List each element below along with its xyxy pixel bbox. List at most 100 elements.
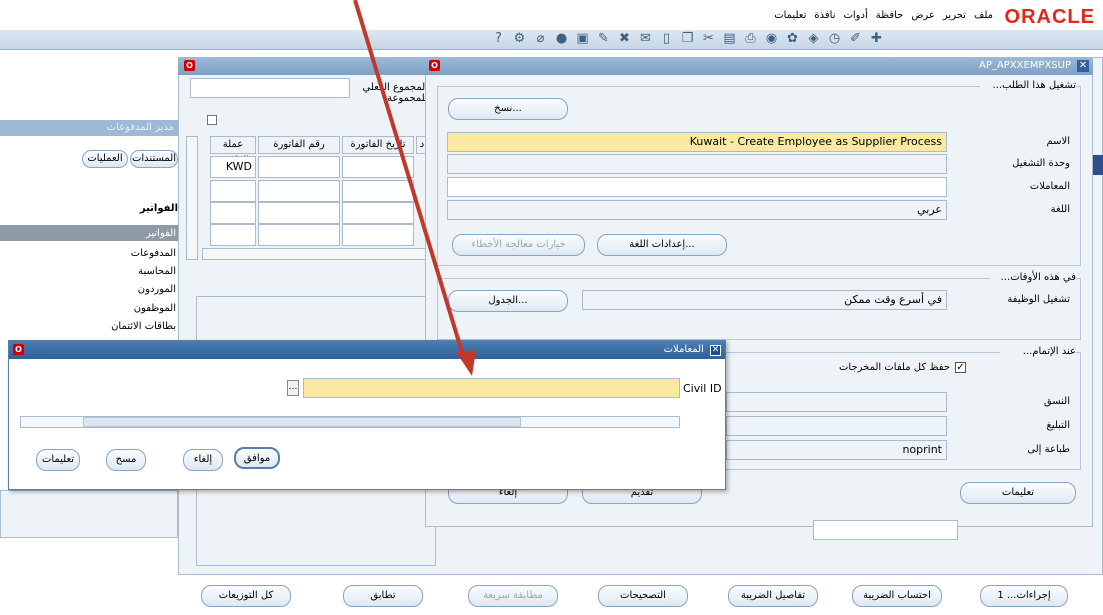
help-icon[interactable]: ? <box>490 31 507 46</box>
tab-documents[interactable]: المستندات <box>130 150 178 168</box>
debug-options-button[interactable]: خيارات معالجة الأخطاء <box>452 234 585 256</box>
clear-icon[interactable]: ◈ <box>805 31 822 46</box>
table-row[interactable] <box>342 180 414 202</box>
oracle-window-icon: O <box>13 344 24 355</box>
table-row[interactable] <box>342 202 414 224</box>
nav-item-accounting[interactable]: المحاسبة <box>0 265 178 279</box>
menu-edit[interactable]: تحرير <box>943 10 966 21</box>
run-request-heading: تشغيل هذا الطلب... <box>980 80 1076 91</box>
toolbar-icons: ? ⚙ ⌀ ● ▣ ✎ ✖ ✉ ▯ ❐ ✂ ▤ ⎙ ◉ ✿ ◈ ◷ ✐ ✚ <box>490 31 885 46</box>
save-icon[interactable]: ✉ <box>637 31 654 46</box>
print-icon[interactable]: ⎙ <box>742 31 759 46</box>
copy-icon[interactable]: ❐ <box>679 31 696 46</box>
language-settings-button[interactable]: إعدادات اللغة... <box>597 234 727 256</box>
paste-icon[interactable]: ▤ <box>721 31 738 46</box>
clock-icon[interactable]: ◷ <box>826 31 843 46</box>
request-window-title: AP_APXXEMPXSUP <box>979 60 1071 71</box>
print-to-label: طباعة إلى <box>1027 444 1070 455</box>
cell-invoice-number[interactable] <box>258 156 340 178</box>
clear-button[interactable]: مسح <box>106 449 146 471</box>
menu-tools[interactable]: أدوات <box>843 10 867 21</box>
horizontal-scrollbar[interactable] <box>202 248 428 260</box>
tab-processes[interactable]: العمليات <box>82 150 128 168</box>
request-name-field[interactable]: Kuwait - Create Employee as Supplier Pro… <box>447 132 947 152</box>
nav-item-payments[interactable]: المدفوعات <box>0 247 178 261</box>
lower-field[interactable] <box>813 520 958 540</box>
menu-window[interactable]: نافذة <box>814 10 835 21</box>
quick-match-button[interactable]: مطابقة سريعة <box>468 585 558 607</box>
new-record-icon[interactable]: ✚ <box>868 31 885 46</box>
oracle-window-icon: O <box>429 60 440 71</box>
folder-icon[interactable]: ▣ <box>574 31 591 46</box>
find-icon[interactable]: ⚙ <box>511 31 528 46</box>
dialog-cancel-button[interactable]: إلغاء <box>183 449 223 471</box>
spell-icon[interactable]: ✐ <box>847 31 864 46</box>
vertical-scrollbar[interactable] <box>186 136 198 260</box>
corrections-button[interactable]: التصحيحات <box>598 585 688 607</box>
cell-currency[interactable]: KWD <box>210 156 256 178</box>
operating-unit-label: وحدة التشغيل <box>1012 158 1070 169</box>
menu-file[interactable]: ملف <box>974 10 993 21</box>
zoom-icon[interactable]: ◉ <box>763 31 780 46</box>
parameters-dialog-titlebar: O المعاملات ✕ <box>9 341 725 359</box>
save-output-label: حفظ كل ملفات المخرجات <box>838 362 950 373</box>
parameters-field[interactable] <box>447 177 947 197</box>
copy-button[interactable]: نسخ... <box>448 98 568 120</box>
ok-button[interactable]: موافق <box>234 447 280 469</box>
cut-icon[interactable]: ✂ <box>700 31 717 46</box>
dialog-help-button[interactable]: تعليمات <box>36 449 80 471</box>
table-row[interactable] <box>258 202 340 224</box>
dialog-close-icon[interactable]: ✕ <box>710 345 721 356</box>
table-row[interactable] <box>210 202 256 224</box>
translate-icon[interactable]: ✿ <box>784 31 801 46</box>
delete-icon[interactable]: ✖ <box>616 31 633 46</box>
col-invoice-date: تاريخ الفاتورة <box>342 136 414 154</box>
calculate-tax-button[interactable]: احتساب الضريبة <box>852 585 942 607</box>
civil-id-field[interactable] <box>303 378 680 398</box>
request-help-button[interactable]: تعليمات <box>960 482 1076 504</box>
save-output-checkbox[interactable]: ✓ <box>955 362 966 373</box>
nav-item-credit-cards[interactable]: بطاقات الائتمان <box>0 320 178 334</box>
section-invoices: الفواتير <box>139 203 178 214</box>
attach-icon[interactable]: ⌀ <box>532 31 549 46</box>
notify-label: التبليغ <box>1046 420 1070 431</box>
layout-field[interactable] <box>726 392 947 412</box>
table-row[interactable] <box>210 180 256 202</box>
table-row[interactable] <box>258 224 340 246</box>
language-label: اللغة <box>1050 204 1070 215</box>
batch-total-label: المجموع الفعلي للمجموعة <box>362 82 428 104</box>
new-icon[interactable]: ▯ <box>658 31 675 46</box>
print-to-field[interactable]: noprint <box>726 440 947 460</box>
actions-button[interactable]: إجراءات... 1 <box>980 585 1068 607</box>
nav-item-invoices[interactable]: الفواتير <box>0 227 178 241</box>
all-distributions-button[interactable]: كل التوزيعات <box>201 585 291 607</box>
navigator-lower-panel <box>0 490 178 538</box>
table-row[interactable] <box>210 224 256 246</box>
run-job-field: في أسرع وقت ممكن <box>582 290 947 310</box>
run-job-label: تشغيل الوظيفة <box>1007 294 1070 305</box>
operating-unit-field[interactable] <box>447 154 947 174</box>
scrollbar-thumb[interactable] <box>83 417 521 427</box>
menu-help[interactable]: تعليمات <box>774 10 806 21</box>
table-row[interactable] <box>258 180 340 202</box>
notify-field[interactable] <box>726 416 947 436</box>
cell-invoice-date[interactable] <box>342 156 414 178</box>
oracle-window-icon: O <box>184 60 195 71</box>
tax-details-button[interactable]: تفاصيل الضريبة <box>728 585 818 607</box>
close-icon[interactable]: ✕ <box>1077 60 1089 72</box>
globe-icon[interactable]: ● <box>553 31 570 46</box>
table-row[interactable] <box>342 224 414 246</box>
match-button[interactable]: تطابق <box>343 585 423 607</box>
menu-view[interactable]: عرض <box>911 10 935 21</box>
menu-folder[interactable]: حافظة <box>876 10 904 21</box>
request-name-label: الاسم <box>1046 136 1070 147</box>
schedule-button[interactable]: الجدول... <box>448 290 568 312</box>
nav-item-suppliers[interactable]: الموردون <box>0 283 178 297</box>
dialog-horizontal-scrollbar[interactable] <box>20 416 680 428</box>
lov-button[interactable]: … <box>287 380 299 396</box>
col-currency: عملة الفاتورة <box>210 136 256 166</box>
nav-item-employees[interactable]: الموظفون <box>0 302 178 316</box>
batch-total-field[interactable] <box>190 78 350 98</box>
edit-icon[interactable]: ✎ <box>595 31 612 46</box>
row-checkbox[interactable] <box>207 115 217 125</box>
